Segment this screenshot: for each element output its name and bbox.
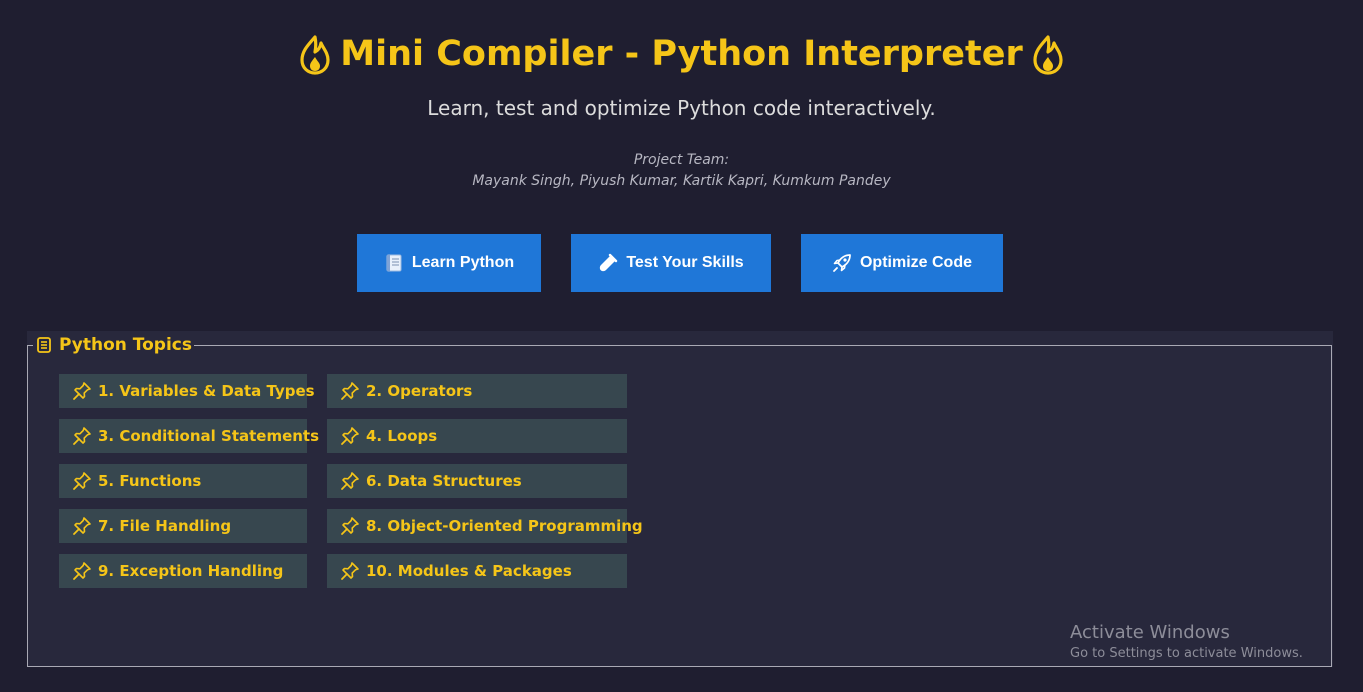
- learn-python-label: Learn Python: [411, 254, 515, 271]
- pin-icon: [341, 562, 359, 580]
- team-names: Mayank Singh, Piyush Kumar, Kartik Kapri…: [472, 173, 891, 189]
- page-title: Mini Compiler - Python Interpreter: [0, 30, 1363, 78]
- pin-icon: [73, 562, 91, 580]
- page-subtitle: Learn, test and optimize Python code int…: [427, 96, 936, 120]
- topic-item[interactable]: 4. Loops: [327, 419, 627, 453]
- page: Mini Compiler - Python Interpreter Learn…: [0, 0, 1363, 692]
- pin-icon: [341, 427, 359, 445]
- fire-icon: [300, 35, 330, 75]
- book-icon: [386, 254, 402, 272]
- topic-label: 9. Exception Handling: [98, 562, 284, 580]
- topic-item[interactable]: 3. Conditional Statements: [59, 419, 319, 453]
- pin-icon: [341, 517, 359, 535]
- rocket-icon: [833, 254, 851, 272]
- topic-item[interactable]: 7. File Handling: [59, 509, 307, 543]
- team-label: Project Team:: [633, 152, 730, 168]
- topic-label: 7. File Handling: [98, 517, 232, 535]
- optimize-code-button[interactable]: Optimize Code: [801, 234, 1003, 292]
- learn-python-button[interactable]: Learn Python: [357, 234, 541, 292]
- topic-item[interactable]: 9. Exception Handling: [59, 554, 307, 588]
- watermark-subtitle: Go to Settings to activate Windows.: [1070, 646, 1303, 661]
- topics-legend: Python Topics: [33, 335, 194, 355]
- topic-item[interactable]: 8. Object-Oriented Programming: [327, 509, 643, 543]
- pin-icon: [73, 517, 91, 535]
- pin-icon: [341, 382, 359, 400]
- topic-label: 3. Conditional Statements: [98, 427, 320, 445]
- topic-label: 5. Functions: [98, 472, 202, 490]
- pin-icon: [73, 472, 91, 490]
- topic-item[interactable]: 1. Variables & Data Types: [59, 374, 315, 408]
- pin-icon: [73, 427, 91, 445]
- scroll-icon: [37, 337, 51, 353]
- topic-label: 4. Loops: [366, 427, 438, 445]
- topic-label: 2. Operators: [366, 382, 473, 400]
- test-tube-icon: [600, 253, 618, 272]
- test-skills-button[interactable]: Test Your Skills: [571, 234, 771, 292]
- topic-item[interactable]: 10. Modules & Packages: [327, 554, 627, 588]
- python-topics-panel: Python Topics 1. Variables & Data Types …: [27, 331, 1333, 667]
- watermark-title: Activate Windows: [1070, 622, 1230, 643]
- topic-label: 6. Data Structures: [366, 472, 522, 490]
- pin-icon: [341, 472, 359, 490]
- fire-icon: [1033, 35, 1063, 75]
- topic-label: 10. Modules & Packages: [366, 562, 572, 580]
- optimize-code-label: Optimize Code: [859, 254, 972, 271]
- activate-windows-watermark: Activate Windows Go to Settings to activ…: [1070, 622, 1303, 661]
- test-skills-label: Test Your Skills: [626, 254, 744, 271]
- page-title-text: Mini Compiler - Python Interpreter: [340, 34, 1023, 74]
- topic-item[interactable]: 2. Operators: [327, 374, 627, 408]
- topic-label: 1. Variables & Data Types: [98, 382, 315, 400]
- pin-icon: [73, 382, 91, 400]
- topics-legend-label: Python Topics: [59, 335, 192, 355]
- topic-label: 8. Object-Oriented Programming: [366, 517, 643, 535]
- topic-item[interactable]: 6. Data Structures: [327, 464, 627, 498]
- topic-item[interactable]: 5. Functions: [59, 464, 307, 498]
